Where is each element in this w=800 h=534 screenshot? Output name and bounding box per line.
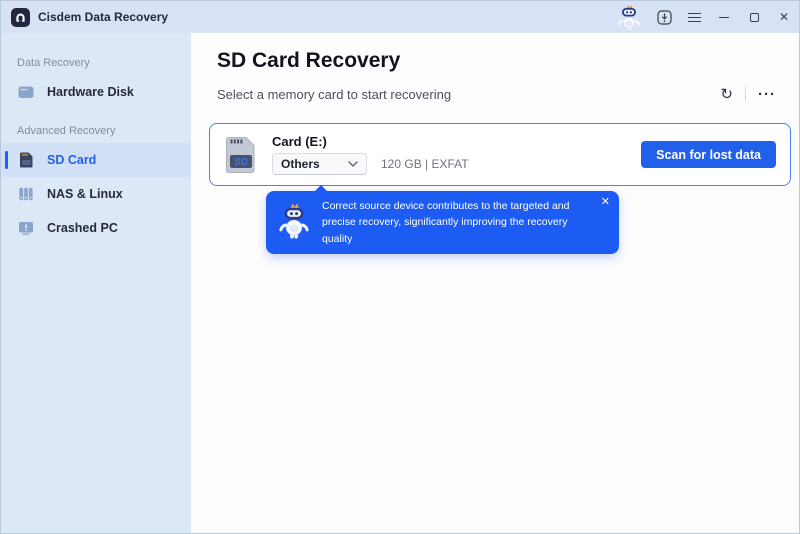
- menu-icon[interactable]: [679, 1, 709, 33]
- crashed-pc-icon: [17, 219, 35, 237]
- sidebar-item-crashed-pc[interactable]: Crashed PC: [1, 211, 191, 245]
- more-options-icon[interactable]: ···: [755, 86, 779, 103]
- sidebar-item-label: Crashed PC: [47, 221, 118, 235]
- sd-card-large-icon: SD: [226, 136, 255, 173]
- device-name: Card (E:): [272, 134, 327, 149]
- sidebar-item-label: SD Card: [47, 153, 97, 167]
- device-row-card-e: SD Card (E:) Others 120 GB | EXFAT Scan …: [209, 123, 791, 186]
- sidebar-item-label: NAS & Linux: [47, 187, 123, 201]
- update-icon[interactable]: [649, 1, 679, 33]
- page-subtitle: Select a memory card to start recovering: [217, 86, 452, 102]
- minimize-icon: [719, 16, 729, 18]
- app-title: Cisdem Data Recovery: [38, 10, 169, 24]
- sidebar: Data Recovery Hardware Disk Advanced Rec…: [1, 33, 191, 533]
- sd-icon-label: SD: [234, 157, 248, 168]
- page-title: SD Card Recovery: [217, 49, 401, 72]
- filesystem-dropdown-value: Others: [281, 157, 320, 171]
- device-info: Card (E:) Others 120 GB | EXFAT: [272, 134, 469, 175]
- sidebar-item-nas-linux[interactable]: NAS & Linux: [1, 177, 191, 211]
- refresh-icon[interactable]: ↻: [717, 86, 736, 103]
- hardware-disk-icon: [17, 83, 35, 101]
- tooltip-close-icon[interactable]: ✕: [601, 197, 610, 208]
- assistant-tooltip: Correct source device contributes to the…: [266, 185, 619, 254]
- close-icon: ✕: [778, 10, 790, 24]
- maximize-button[interactable]: [739, 1, 769, 33]
- tooltip-text: Correct source device contributes to the…: [322, 200, 570, 245]
- sidebar-item-sd-card[interactable]: SD Card: [1, 143, 191, 177]
- maximize-icon: [749, 12, 759, 22]
- sidebar-item-label: Hardware Disk: [47, 85, 134, 99]
- assistant-robot-icon: [279, 202, 309, 241]
- scan-for-lost-data-button[interactable]: Scan for lost data: [641, 141, 776, 168]
- close-button[interactable]: ✕: [769, 1, 799, 33]
- subhead-row: Select a memory card to start recovering…: [217, 83, 779, 105]
- app-logo-icon: [11, 7, 30, 27]
- section-label-advanced-recovery: Advanced Recovery: [17, 125, 116, 137]
- hamburger-lines: [687, 12, 701, 22]
- assistant-robot-icon[interactable]: [609, 1, 649, 33]
- capacity-info: 120 GB | EXFAT: [381, 157, 469, 171]
- filesystem-dropdown[interactable]: Others: [272, 153, 367, 175]
- divider: [745, 87, 746, 101]
- tooltip-caret: [314, 185, 328, 192]
- minimize-button[interactable]: [709, 1, 739, 33]
- main-content: SD Card Recovery Select a memory card to…: [191, 33, 799, 533]
- nas-server-icon: [17, 185, 35, 203]
- chevron-down-icon: [348, 161, 358, 167]
- sidebar-item-hardware-disk[interactable]: Hardware Disk: [1, 75, 191, 109]
- section-label-data-recovery: Data Recovery: [17, 57, 90, 69]
- app-window: Cisdem Data Recovery ✕ Data Recovery Har…: [0, 0, 800, 534]
- titlebar: Cisdem Data Recovery ✕: [1, 1, 799, 33]
- sd-card-icon: [17, 151, 35, 169]
